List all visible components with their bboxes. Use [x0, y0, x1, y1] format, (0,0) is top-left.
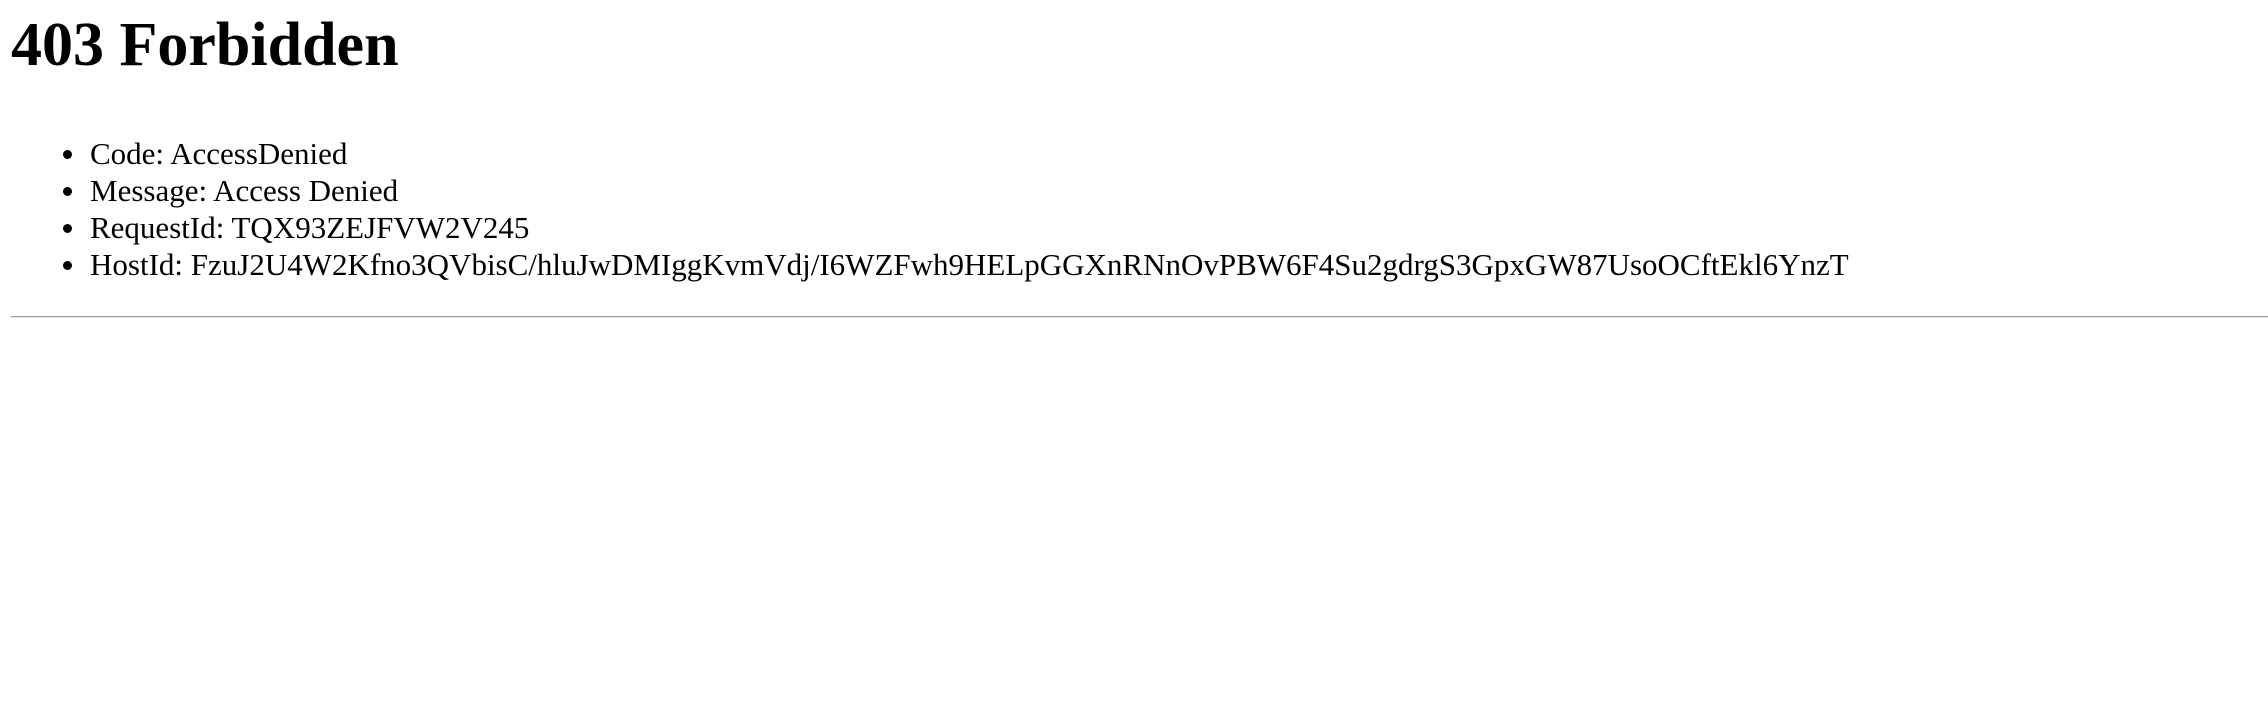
detail-request-id-text: RequestId: TQX93ZEJFVW2V245 — [90, 210, 530, 245]
detail-message-text: Message: Access Denied — [90, 173, 399, 208]
page-title: 403 Forbidden — [11, 11, 399, 79]
detail-request-id: RequestId: TQX93ZEJFVW2V245 — [63, 209, 2268, 246]
bullet-icon — [63, 187, 72, 196]
detail-code-text: Code: AccessDenied — [90, 136, 348, 171]
bullet-icon — [63, 150, 72, 159]
bullet-icon — [63, 261, 72, 270]
horizontal-divider — [11, 316, 2268, 318]
bullet-icon — [63, 224, 72, 233]
detail-host-id-text: HostId: FzuJ2U4W2Kfno3QVbisC/hluJwDMIggK… — [90, 247, 1849, 282]
detail-message: Message: Access Denied — [63, 172, 2268, 209]
error-page: 403 Forbidden Code: AccessDenied Message… — [0, 10, 2268, 716]
detail-host-id: HostId: FzuJ2U4W2Kfno3QVbisC/hluJwDMIggK… — [63, 246, 2268, 283]
error-details-list: Code: AccessDenied Message: Access Denie… — [11, 135, 2268, 283]
detail-code: Code: AccessDenied — [63, 135, 2268, 172]
